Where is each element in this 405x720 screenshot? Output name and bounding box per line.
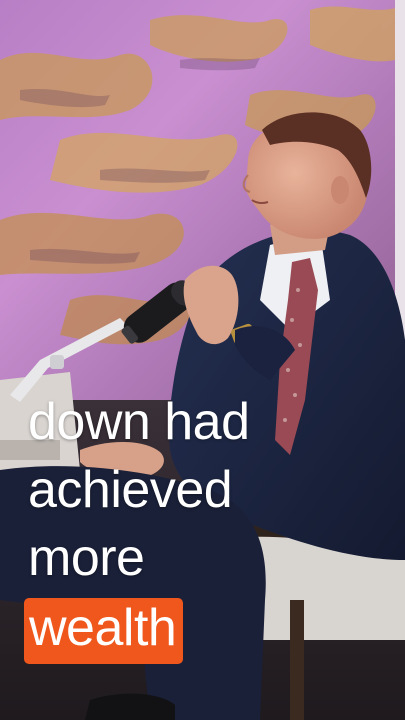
caption-line-1: down had: [28, 393, 250, 451]
video-frame: down had achieved more wealth: [0, 0, 405, 720]
caption-highlight-word: wealth: [24, 598, 184, 664]
caption-overlay: down had achieved more wealth: [24, 388, 388, 664]
mic-arm-joint: [50, 355, 64, 369]
caption-line-2: achieved: [28, 461, 233, 519]
caption-line-3: more: [28, 529, 145, 587]
ear: [331, 176, 349, 204]
